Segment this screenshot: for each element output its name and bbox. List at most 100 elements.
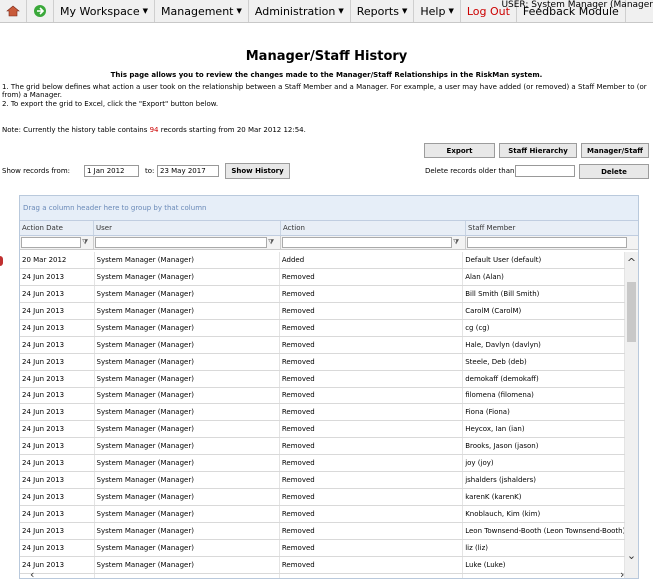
cell-user: System Manager (Manager) [95, 539, 280, 556]
cell-staff-member: cg (cg) [463, 319, 625, 336]
col-header-staff-member[interactable]: Staff Member [466, 221, 632, 235]
cell-action-date: 24 Jun 2013 [20, 302, 95, 319]
filter-icon[interactable]: ⧩ [82, 238, 88, 247]
history-grid: Drag a column header here to group by th… [19, 195, 639, 579]
page-title: Manager/Staff History [245, 49, 408, 64]
cell-action: Removed [280, 455, 464, 472]
chevron-down-icon: ▼ [401, 7, 408, 15]
cell-action: Removed [280, 539, 464, 556]
table-row[interactable]: 24 Jun 2013System Manager (Manager)Remov… [20, 370, 625, 388]
cell-action-date: 24 Jun 2013 [20, 472, 95, 489]
filter-action-date-input[interactable] [21, 237, 81, 248]
cell-staff-member: Beatty, Marianne (mab) [463, 573, 625, 578]
table-row[interactable]: 24 Jun 2013System Manager (Manager)Remov… [20, 302, 625, 320]
table-row[interactable]: 24 Jun 2013System Manager (Manager)Remov… [20, 455, 625, 473]
table-row[interactable]: 24 Jun 2013System Manager (Manager)Remov… [20, 421, 625, 439]
cell-action: Removed [280, 404, 464, 421]
vertical-scrollbar[interactable]: ^ ⌄ [625, 252, 638, 578]
scroll-thumb[interactable] [627, 282, 636, 342]
from-label: Show records from: [2, 167, 70, 175]
table-row[interactable]: 24 Jun 2013System Manager (Manager)Remov… [20, 336, 625, 354]
scroll-right-icon[interactable]: › [620, 568, 624, 581]
cell-user: System Manager (Manager) [95, 455, 280, 472]
cell-user: System Manager (Manager) [95, 387, 280, 404]
filter-staff-member-input[interactable] [467, 237, 627, 248]
from-date-input[interactable] [84, 165, 139, 177]
cell-user: System Manager (Manager) [95, 336, 280, 353]
cell-staff-member: Luke (Luke) [463, 556, 625, 573]
filter-icon[interactable]: ⧩ [268, 238, 274, 247]
menu-administration[interactable]: Administration ▼ [249, 0, 351, 22]
manager-staff-button[interactable]: Manager/Staff [581, 143, 649, 158]
delete-button[interactable]: Delete [579, 164, 649, 179]
cell-action-date: 24 Jun 2013 [20, 455, 95, 472]
menu-label: Administration [254, 4, 336, 18]
table-row[interactable]: 24 Jun 2013System Manager (Manager)Remov… [20, 268, 625, 286]
delete-older-label: Delete records older than: [425, 167, 517, 175]
cell-staff-member: Brooks, Jason (jason) [463, 438, 625, 455]
forward-arrow-icon[interactable] [27, 0, 54, 22]
to-date-input[interactable] [157, 165, 219, 177]
filter-user-input[interactable] [95, 237, 267, 248]
table-row[interactable]: 24 Jun 2013System Manager (Manager)Remov… [20, 438, 625, 456]
table-row[interactable]: 24 Jun 2013System Manager (Manager)Remov… [20, 573, 625, 578]
menu-reports[interactable]: Reports ▼ [351, 0, 415, 22]
cell-action: Removed [280, 573, 464, 578]
record-count: 94 [149, 126, 159, 134]
cell-staff-member: Alan (Alan) [463, 268, 625, 285]
col-header-action-date[interactable]: Action Date [20, 221, 94, 235]
table-row[interactable]: 24 Jun 2013System Manager (Manager)Remov… [20, 353, 625, 371]
table-row[interactable]: 24 Jun 2013System Manager (Manager)Remov… [20, 285, 625, 303]
cell-action: Removed [280, 353, 464, 370]
menu-my-workspace[interactable]: My Workspace ▼ [54, 0, 156, 22]
cell-action-date: 24 Jun 2013 [20, 539, 95, 556]
cell-staff-member: Knoblauch, Kim (kim) [463, 506, 625, 522]
cell-user: System Manager (Manager) [95, 523, 280, 539]
cell-action-date: 24 Jun 2013 [20, 506, 95, 522]
table-row[interactable]: 20 Mar 2012 System Manager (Manager) Added… [20, 252, 625, 269]
table-row[interactable]: 24 Jun 2013System Manager (Manager)Remov… [20, 489, 625, 507]
staff-hierarchy-button[interactable]: Staff Hierarchy [499, 143, 577, 158]
menu-management[interactable]: Management ▼ [155, 0, 249, 22]
show-history-button[interactable]: Show History [225, 163, 290, 179]
delete-date-input[interactable] [515, 165, 575, 177]
scroll-up-icon[interactable]: ^ [625, 256, 638, 269]
cell-user: System Manager (Manager) [95, 472, 280, 489]
cell-action: Added [280, 252, 464, 268]
cell-staff-member: Default User (default) [463, 252, 625, 268]
filter-action-input[interactable] [282, 237, 452, 248]
table-row[interactable]: 24 Jun 2013System Manager (Manager)Remov… [20, 319, 625, 337]
cell-action: Removed [280, 319, 464, 336]
group-by-hint[interactable]: Drag a column header here to group by th… [20, 196, 638, 221]
col-header-action[interactable]: Action [281, 221, 466, 235]
cell-staff-member: Fiona (Fiona) [463, 404, 625, 421]
scroll-left-icon[interactable]: ‹ [30, 568, 34, 581]
col-header-user[interactable]: User [94, 221, 281, 235]
grid-header: Action Date User Action Staff Member [20, 221, 638, 236]
cell-staff-member: CarolM (CarolM) [463, 302, 625, 319]
cell-action-date: 24 Jun 2013 [20, 336, 95, 353]
note-prefix: Note: Currently the history table contai… [2, 126, 150, 134]
export-button[interactable]: Export [424, 143, 495, 158]
table-row[interactable]: 24 Jun 2013System Manager (Manager)Remov… [20, 523, 625, 540]
cell-action: Removed [280, 472, 464, 489]
table-row[interactable]: 24 Jun 2013System Manager (Manager)Remov… [20, 387, 625, 405]
table-row[interactable]: 24 Jun 2013System Manager (Manager)Remov… [20, 539, 625, 557]
scroll-down-icon[interactable]: ⌄ [625, 549, 638, 562]
cell-action-date: 20 Mar 2012 [20, 252, 95, 268]
table-row[interactable]: 24 Jun 2013System Manager (Manager)Remov… [20, 404, 625, 422]
table-row[interactable]: 24 Jun 2013System Manager (Manager)Remov… [20, 556, 625, 574]
table-row[interactable]: 24 Jun 2013System Manager (Manager)Remov… [20, 506, 625, 523]
table-row[interactable]: 24 Jun 2013System Manager (Manager)Remov… [20, 472, 625, 490]
cell-action-date: 24 Jun 2013 [20, 370, 95, 387]
cell-action-date: 24 Jun 2013 [20, 438, 95, 455]
filter-icon[interactable]: ⧩ [453, 238, 459, 247]
note-suffix: records starting from 20 Mar 2012 12:54. [158, 126, 306, 134]
home-icon[interactable] [0, 0, 27, 22]
cell-action: Removed [280, 268, 464, 285]
top-toolbar: My Workspace ▼ Management ▼ Administration ▼ R… [0, 0, 653, 23]
cell-staff-member: joy (joy) [463, 455, 625, 472]
cell-user: System Manager (Manager) [95, 285, 280, 302]
menu-help[interactable]: Help ▼ [414, 0, 461, 22]
cell-staff-member: Heycox, Ian (ian) [463, 421, 625, 438]
